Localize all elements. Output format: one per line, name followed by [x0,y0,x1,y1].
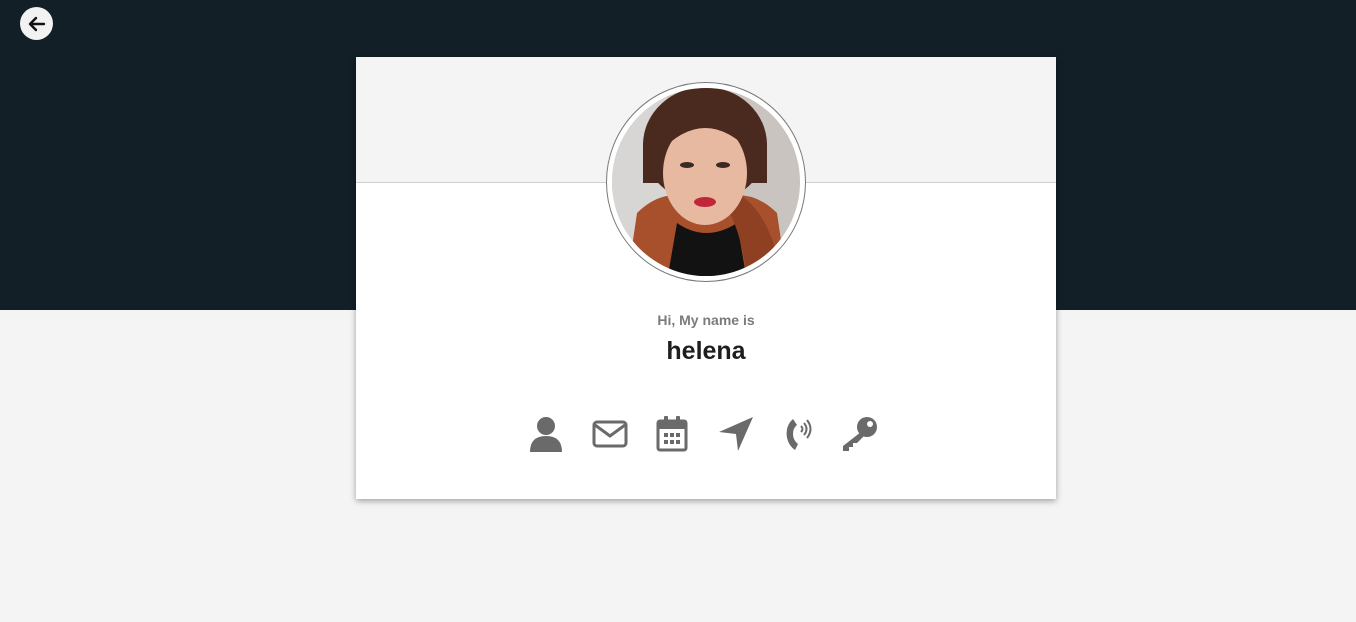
key-icon [843,417,877,451]
phone-volume-icon [786,419,812,450]
profile-icon-bar [526,414,886,454]
birthday-tab[interactable] [652,414,692,454]
user-tab[interactable] [526,414,566,454]
email-tab[interactable] [590,414,630,454]
user-icon [530,417,562,452]
greeting-text: Hi, My name is [657,312,755,328]
profile-photo [608,84,804,280]
arrow-left-icon [28,16,45,31]
calendar-icon [656,416,688,452]
back-button[interactable] [20,7,53,40]
location-tab[interactable] [716,414,756,454]
profile-card: Hi, My name is helena [356,57,1056,499]
password-tab[interactable] [840,414,880,454]
location-arrow-icon [719,417,753,451]
avatar [606,82,806,282]
phone-tab[interactable] [778,414,818,454]
profile-name: helena [666,337,746,365]
envelope-icon [592,420,628,448]
